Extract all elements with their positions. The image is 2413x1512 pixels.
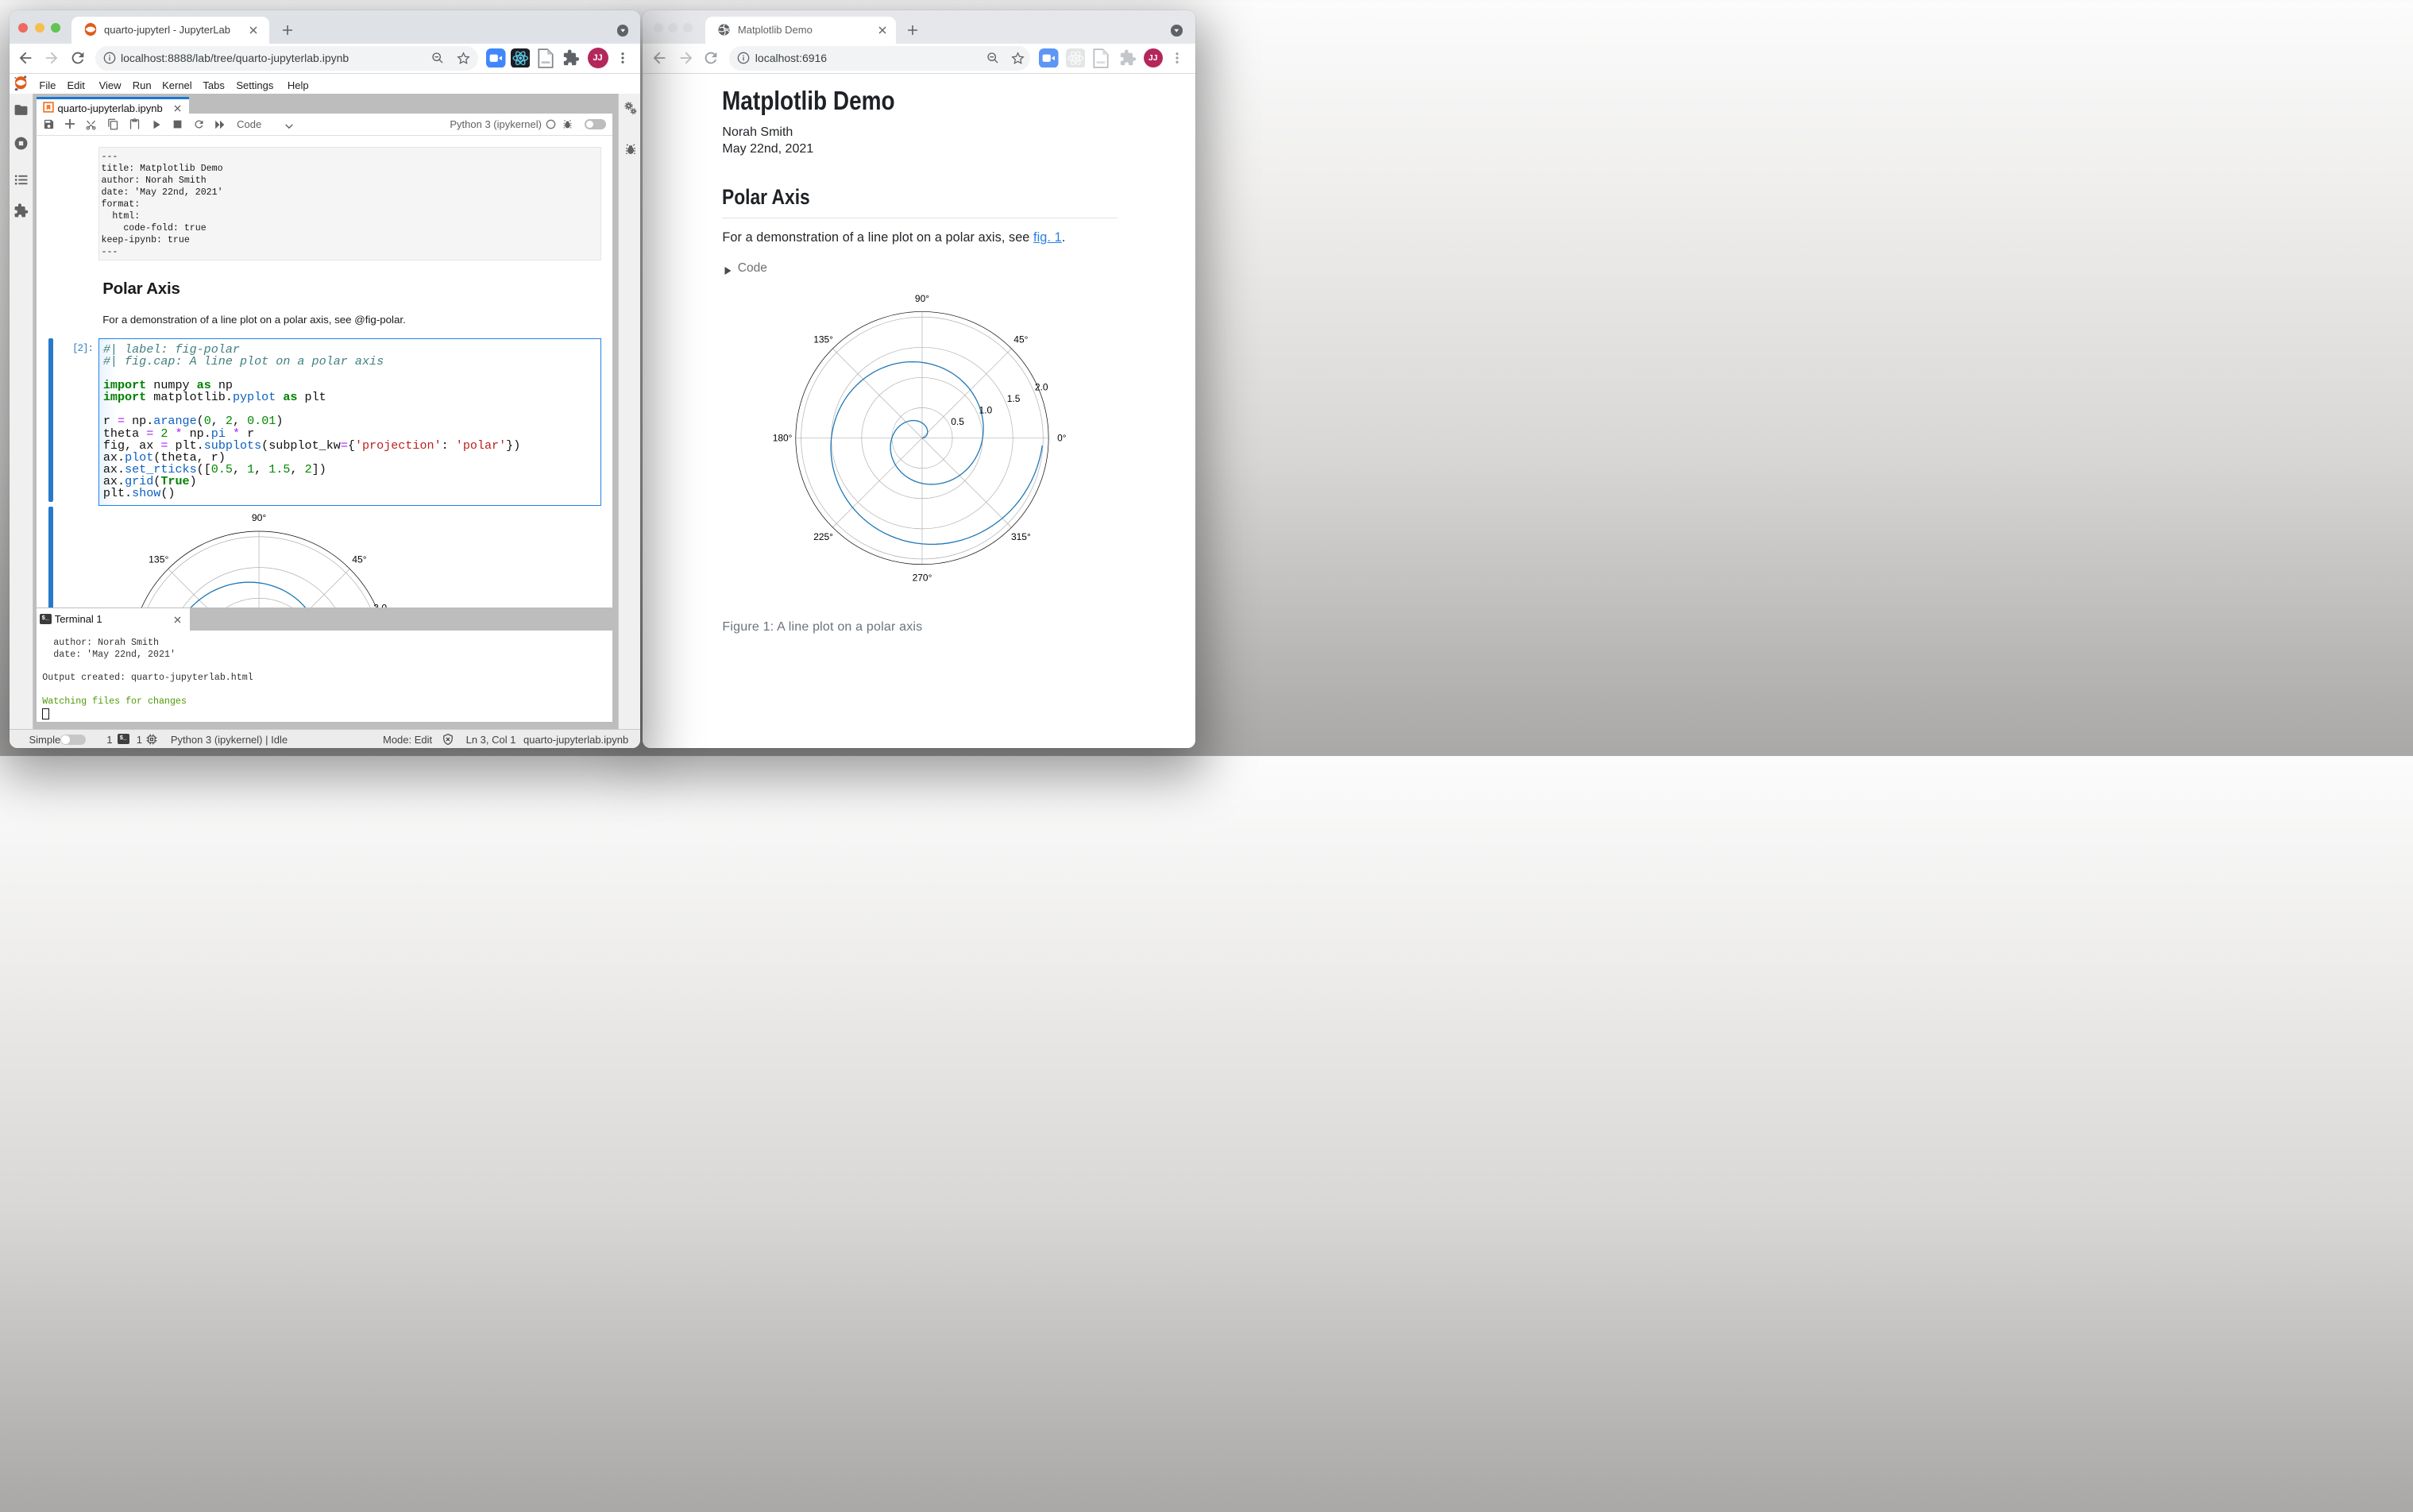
svg-text:1.5: 1.5 (1007, 393, 1021, 404)
svg-text:0.5: 0.5 (952, 416, 965, 427)
svg-text:135°: 135° (814, 334, 834, 345)
svg-text:135°: 135° (149, 554, 168, 565)
svg-text:90°: 90° (915, 293, 929, 304)
svg-text:180°: 180° (773, 433, 793, 444)
svg-text:225°: 225° (814, 531, 834, 542)
svg-text:45°: 45° (1014, 334, 1029, 345)
svg-text:315°: 315° (1011, 531, 1031, 542)
svg-text:90°: 90° (252, 512, 267, 523)
svg-text:45°: 45° (352, 554, 367, 565)
svg-text:0°: 0° (1057, 433, 1067, 444)
svg-text:2.0: 2.0 (1035, 382, 1048, 393)
svg-text:2.0: 2.0 (373, 602, 387, 608)
svg-text:270°: 270° (913, 573, 932, 584)
svg-text:1.0: 1.0 (979, 405, 993, 416)
